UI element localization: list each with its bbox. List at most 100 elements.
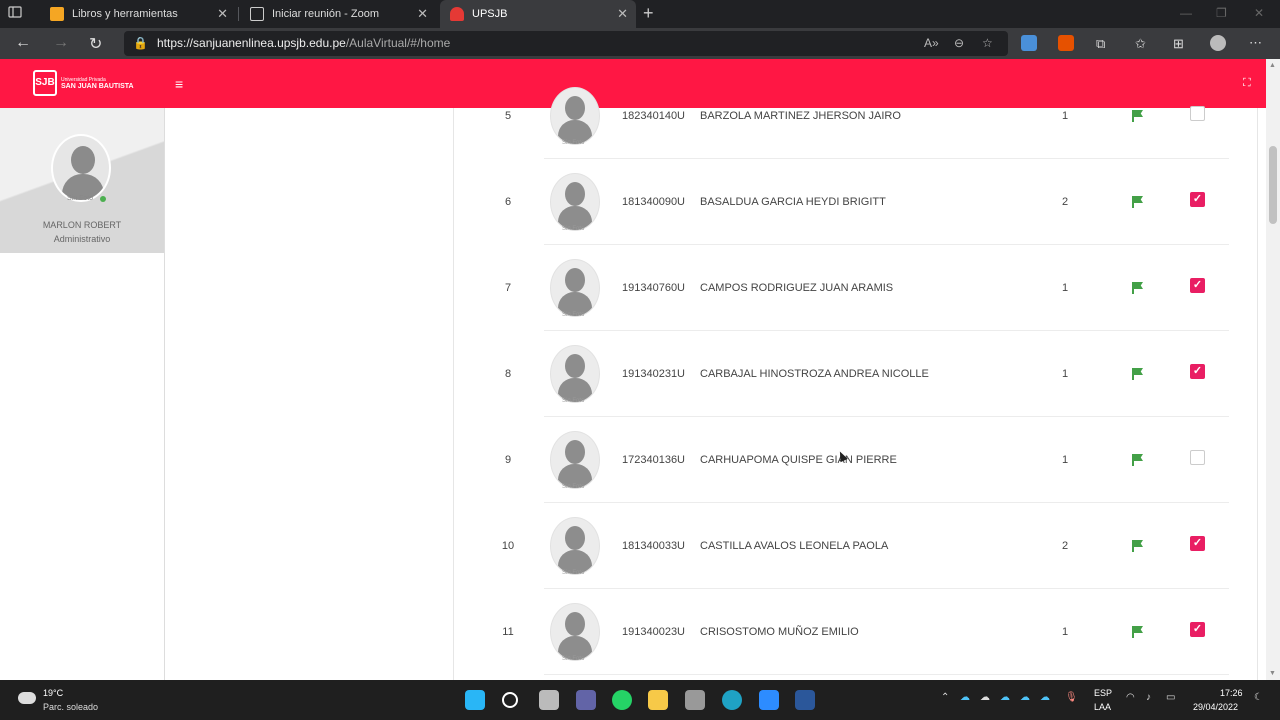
user-avatar[interactable] [51,134,111,202]
search-icon[interactable] [502,692,518,708]
student-avatar[interactable] [550,345,600,403]
close-tab-icon[interactable]: ✕ [417,6,428,22]
keyboard-language[interactable]: ESP [1094,688,1112,698]
photo-caption: Sin Foto [562,656,585,662]
student-avatar[interactable] [550,603,600,661]
student-avatar[interactable] [550,87,600,145]
flag-icon[interactable] [1132,626,1144,638]
back-icon[interactable]: ← [15,34,31,52]
reload-icon[interactable]: ↻ [89,34,102,54]
table-row: 5 Sin Foto 182340140U BARZOLA MARTINEZ JHER… [454,73,1259,159]
weather-cloud-icon[interactable] [18,692,36,704]
wifi-icon[interactable]: ◠ [1126,692,1135,703]
extension-icon[interactable] [1021,35,1037,51]
forward-icon[interactable]: → [53,34,69,52]
attendance-checkbox[interactable] [1190,106,1205,121]
row-number: 8 [504,368,512,380]
clock-time[interactable]: 17:26 [1220,688,1243,698]
favorite-add-icon[interactable]: ☆ [982,36,993,50]
hamburger-menu-icon[interactable]: ≡ [175,76,183,92]
student-avatar[interactable] [550,517,600,575]
flag-icon[interactable] [1132,282,1144,294]
weather-temperature[interactable]: 19°C [43,688,63,698]
page-scrollbar[interactable]: ▲ ▼ [1266,59,1280,680]
cloud-icon[interactable]: ☁ [980,692,990,703]
teams-chat-icon[interactable] [576,690,596,710]
brand-name: SAN JUAN BAUTISTA [61,83,134,90]
onedrive-icon[interactable]: ☁ [1000,692,1010,703]
task-view-icon[interactable] [539,690,559,710]
edge-browser-icon[interactable] [722,690,742,710]
keyboard-layout[interactable]: LAA [1094,702,1111,712]
row-number: 9 [504,454,512,466]
lock-icon[interactable]: 🔒 [133,36,148,50]
attendance-checkbox[interactable]: ✓ [1190,364,1205,379]
start-menu-icon[interactable] [465,690,485,710]
tab-label: Iniciar reunión - Zoom [272,8,379,20]
flag-icon[interactable] [1132,196,1144,208]
tab-label: UPSJB [472,8,508,20]
attendance-checkbox[interactable] [1190,450,1205,465]
tab-actions-icon[interactable] [8,5,28,23]
student-avatar[interactable] [550,173,600,231]
row-number: 7 [504,282,512,294]
flag-icon[interactable] [1132,454,1144,466]
more-options-icon[interactable]: ⋯ [1249,35,1262,51]
page-favicon-icon [250,7,264,21]
attendance-count: 2 [1061,196,1069,208]
microphone-icon[interactable]: 🎙 [1065,692,1078,703]
scroll-down-icon[interactable]: ▼ [1269,670,1276,677]
scroll-up-icon[interactable]: ▲ [1269,62,1276,69]
attendance-checkbox[interactable]: ✓ [1190,536,1205,551]
word-icon[interactable] [795,690,815,710]
address-bar[interactable]: 🔒 https://sanjuanenlinea.upsjb.edu.pe/Au… [124,31,1008,56]
weather-condition[interactable]: Parc. soleado [43,702,98,712]
onedrive-icon[interactable]: ☁ [1020,692,1030,703]
battery-icon[interactable]: ▭ [1166,692,1175,703]
maximize-icon[interactable]: ❐ [1216,6,1227,20]
onedrive-icon[interactable]: ☁ [1040,692,1050,703]
collections-icon[interactable]: ⊞ [1173,36,1184,52]
student-avatar[interactable] [550,431,600,489]
new-tab-button[interactable]: + [643,3,654,24]
scrollbar-thumb[interactable] [1269,146,1277,224]
profile-icon[interactable] [1210,35,1226,51]
student-avatar[interactable] [550,259,600,317]
minimize-icon[interactable]: — [1180,6,1192,20]
snipping-tool-icon[interactable] [685,690,705,710]
row-number: 6 [504,196,512,208]
clock-date[interactable]: 29/04/2022 [1193,702,1238,712]
onedrive-icon[interactable]: ☁ [960,692,970,703]
window-close-icon[interactable]: ✕ [1254,6,1264,20]
attendance-count: 1 [1061,626,1069,638]
zoom-icon[interactable]: ⊖ [954,36,964,50]
tab-zoom[interactable]: Iniciar reunión - Zoom ✕ [240,0,436,28]
tray-overflow-icon[interactable]: ⌃ [941,692,949,703]
flag-icon[interactable] [1132,368,1144,380]
zoom-app-icon[interactable] [759,690,779,710]
file-explorer-icon[interactable] [648,690,668,710]
extension-sc-icon[interactable] [1058,35,1074,51]
avatar-head [565,440,585,464]
flag-icon[interactable] [1132,110,1144,122]
volume-icon[interactable]: ♪ [1146,692,1151,703]
read-aloud-icon[interactable]: A» [924,36,939,50]
attendance-checkbox[interactable]: ✓ [1190,622,1205,637]
focus-assist-icon[interactable]: ☾ [1254,692,1263,703]
tab-upsjb[interactable]: UPSJB ✕ [440,0,636,28]
flag-icon[interactable] [1132,540,1144,552]
university-logo-icon[interactable]: SJB [33,70,57,96]
student-name: CARBAJAL HINOSTROZA ANDREA NICOLLE [700,368,929,380]
whatsapp-icon[interactable] [612,690,632,710]
extensions-puzzle-icon[interactable]: ⧉ [1096,36,1105,52]
close-tab-icon[interactable]: ✕ [617,6,628,22]
url-text[interactable]: https://sanjuanenlinea.upsjb.edu.pe/Aula… [157,36,450,50]
attendance-checkbox[interactable]: ✓ [1190,278,1205,293]
tab-libros[interactable]: Libros y herramientas ✕ [40,0,236,28]
favorites-icon[interactable]: ✩ [1135,36,1146,52]
attendance-checkbox[interactable]: ✓ [1190,192,1205,207]
table-row: 7 Sin Foto 191340760U CAMPOS RODRIGUEZ JUAN… [454,245,1259,331]
close-tab-icon[interactable]: ✕ [217,6,228,22]
avatar-head [565,354,585,378]
row-number: 11 [502,626,514,638]
